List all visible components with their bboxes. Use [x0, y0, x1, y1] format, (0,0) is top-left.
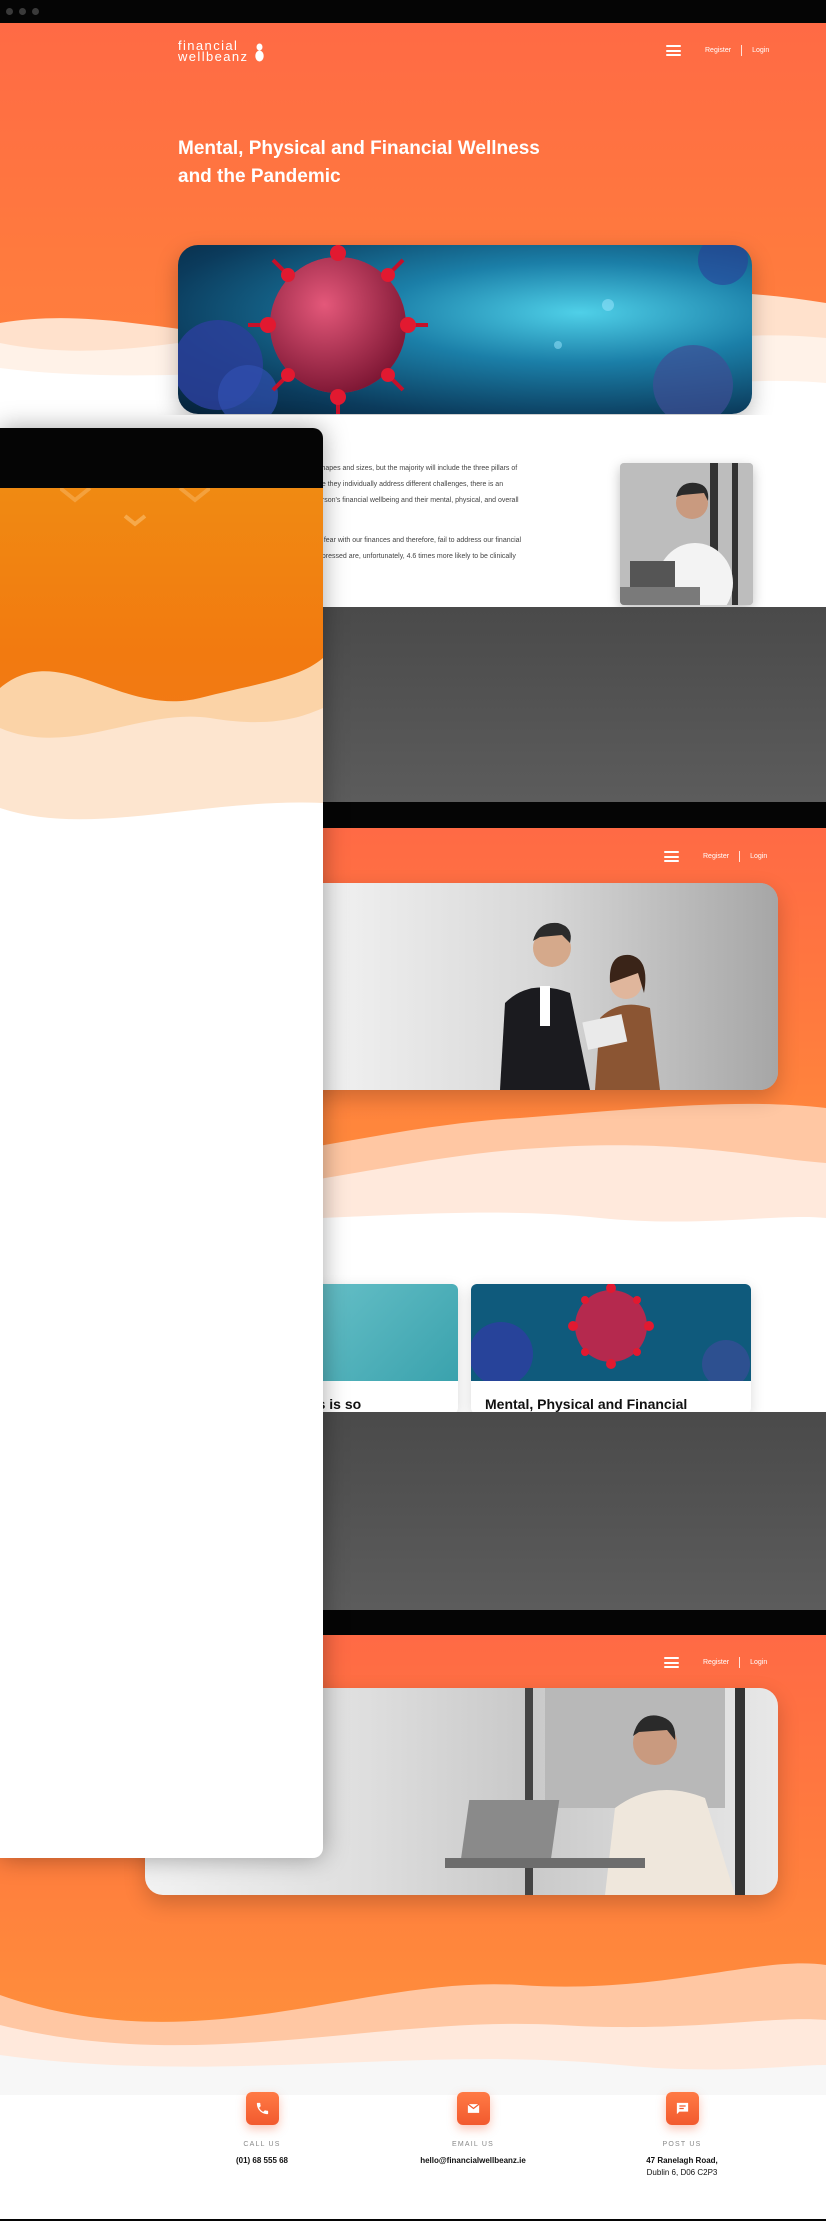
contact-email: EMAIL US hello@financialwellbeanz.ie — [393, 2092, 553, 2167]
contact-post: POST US 47 Ranelagh Road, Dublin 6, D06 … — [602, 2092, 762, 2179]
contact-email-address[interactable]: hello@financialwellbeanz.ie — [393, 2155, 553, 2167]
bean-logo-icon — [255, 43, 264, 62]
message-icon[interactable] — [665, 2092, 699, 2125]
paragraph-line: d fear with our finances and therefore, … — [318, 537, 522, 544]
blog-card[interactable]: Mental, Physical and Financial — [471, 1284, 751, 1412]
man-illustration — [620, 463, 753, 605]
article-paragraph-1: shapes and sizes, but the majority will … — [318, 461, 519, 509]
business-people-photo — [300, 883, 778, 1090]
contact-call: CALL US (01) 68 555 68 — [182, 2092, 342, 2167]
address-line2: Dublin 6, D06 C2P3 — [646, 2168, 718, 2177]
contact-post-label: POST US — [662, 2141, 702, 2148]
register-link[interactable]: Register — [703, 853, 729, 860]
page-title-line2: and the Pandemic — [178, 166, 341, 187]
virus-illustration — [178, 245, 748, 414]
address-line1: 47 Ranelagh Road, — [646, 2156, 718, 2165]
login-link[interactable]: Login — [750, 853, 767, 860]
nav-divider — [739, 851, 741, 862]
hamburger-menu-icon[interactable] — [666, 45, 681, 56]
window-dot-minimize[interactable] — [19, 8, 26, 15]
man-laptop-photo — [620, 463, 753, 605]
decorative-wave — [0, 1963, 826, 2095]
business-people-illustration — [300, 883, 778, 1090]
window-controls — [6, 8, 39, 15]
chevron-down-icon — [60, 488, 210, 527]
login-link[interactable]: Login — [750, 1659, 767, 1666]
site-logo[interactable]: financial wellbeanz — [178, 39, 264, 64]
window-dot-close[interactable] — [6, 8, 13, 15]
page-title-line1: Mental, Physical and Financial Wellness — [178, 138, 540, 159]
nav-divider — [741, 45, 743, 56]
blog-card-title: Mental, Physical and Financial — [485, 1396, 688, 1412]
logo-line2: wellbeanz — [178, 49, 249, 64]
paragraph-line: de they individually address different c… — [318, 481, 504, 488]
paragraph-line: epressed are, unfortunately, 4.6 times m… — [318, 553, 516, 560]
mail-icon[interactable] — [456, 2092, 490, 2125]
top-nav: Register Login — [664, 851, 767, 862]
blog-card-image — [471, 1284, 751, 1381]
hero-virus-image — [178, 245, 752, 414]
page-title: Mental, Physical and Financial Wellness … — [178, 135, 558, 191]
window-dot-maximize[interactable] — [32, 8, 39, 15]
browser-top-bar — [0, 0, 826, 23]
paragraph-line: erson's financial wellbeing and their me… — [318, 497, 519, 504]
register-link[interactable]: Register — [705, 47, 731, 54]
login-link[interactable]: Login — [752, 47, 769, 54]
paragraph-line: shapes and sizes, but the majority will … — [318, 465, 518, 472]
hamburger-menu-icon[interactable] — [664, 851, 679, 862]
top-nav: Register Login — [666, 45, 769, 56]
nav-divider — [739, 1657, 741, 1668]
contact-email-label: EMAIL US — [451, 2141, 495, 2148]
contact-phone-number[interactable]: (01) 68 555 68 — [182, 2155, 342, 2167]
mobile-top-bar — [0, 428, 323, 488]
contact-call-label: CALL US — [243, 2141, 281, 2148]
contact-post-address: 47 Ranelagh Road, Dublin 6, D06 C2P3 — [602, 2155, 762, 2179]
article-paragraph-2: d fear with our finances and therefore, … — [318, 533, 521, 565]
register-link[interactable]: Register — [703, 1659, 729, 1666]
hamburger-menu-icon[interactable] — [664, 1657, 679, 1668]
decorative-wave — [0, 658, 323, 848]
mobile-preview-window — [0, 428, 323, 1858]
phone-icon[interactable] — [245, 2092, 279, 2125]
top-nav: Register Login — [664, 1657, 767, 1668]
